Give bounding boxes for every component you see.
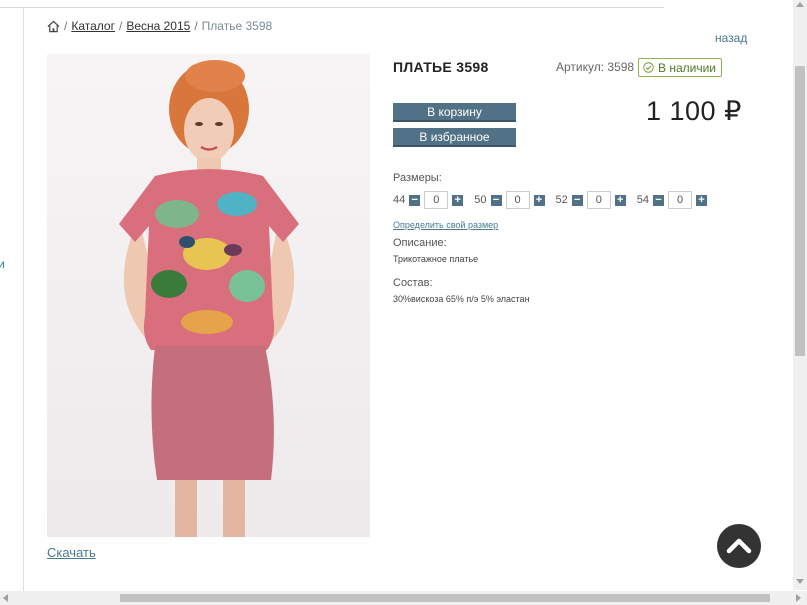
- size-54-group: 54 − 0 +: [637, 191, 707, 209]
- size-label: 54: [636, 194, 649, 206]
- scroll-down-arrow[interactable]: [796, 579, 804, 584]
- increase-button[interactable]: +: [614, 194, 626, 206]
- size-44-group: 44 − 0 +: [393, 191, 464, 209]
- composition-label: Состав:: [393, 277, 433, 289]
- add-to-favorites-button[interactable]: В избранное: [393, 128, 516, 147]
- vertical-scroll-thumb[interactable]: [795, 66, 805, 356]
- sizes-label: Размеры:: [393, 172, 442, 184]
- quantity-input[interactable]: 0: [586, 191, 611, 209]
- increase-button[interactable]: +: [533, 194, 545, 206]
- breadcrumb-separator: /: [118, 19, 123, 33]
- breadcrumb-current: Платье 3598: [201, 19, 273, 33]
- download-link[interactable]: Скачать: [47, 545, 96, 560]
- scroll-right-arrow[interactable]: [796, 594, 801, 602]
- breadcrumb-spring-link[interactable]: Весна 2015: [126, 19, 190, 33]
- decrease-button[interactable]: −: [571, 194, 583, 206]
- home-icon[interactable]: [47, 20, 60, 33]
- scroll-left-arrow[interactable]: [3, 594, 8, 602]
- breadcrumb-separator: /: [64, 19, 68, 33]
- breadcrumb-catalog-link[interactable]: Каталог: [71, 19, 115, 33]
- breadcrumb-separator: /: [194, 19, 198, 33]
- back-link[interactable]: назад: [715, 31, 747, 45]
- increase-button[interactable]: +: [696, 194, 707, 206]
- decrease-button[interactable]: −: [653, 194, 664, 206]
- scroll-up-arrow[interactable]: [796, 2, 804, 7]
- left-divider: [23, 8, 24, 600]
- description-text: Трикотажное платье: [393, 254, 479, 264]
- product-photo-illustration: [47, 54, 370, 537]
- decrease-button[interactable]: −: [409, 194, 421, 206]
- horizontal-scroll-thumb[interactable]: [120, 594, 770, 602]
- top-divider: [0, 7, 664, 8]
- decrease-button[interactable]: −: [490, 194, 502, 206]
- left-menu-fragment[interactable]: и: [0, 257, 5, 271]
- product-photo[interactable]: [47, 54, 370, 537]
- description-label: Описание:: [393, 237, 447, 249]
- check-circle-icon: [643, 62, 654, 73]
- quantity-input[interactable]: 0: [424, 191, 449, 209]
- composition-text: 30%вискоза 65% п/э 5% эластан: [393, 294, 530, 304]
- size-52-group: 52 − 0 +: [556, 191, 626, 209]
- product-title: ПЛАТЬЕ 3598: [393, 59, 489, 75]
- size-label: 50: [474, 194, 487, 206]
- size-label: 52: [555, 194, 568, 206]
- quantity-input[interactable]: 0: [668, 191, 692, 209]
- vertical-scrollbar[interactable]: [793, 0, 807, 590]
- horizontal-scrollbar[interactable]: [0, 591, 807, 605]
- size-quantity-row: 44 − 0 + 50 − 0 + 52 − 0 + 54 − 0 +: [393, 191, 718, 209]
- add-to-cart-button[interactable]: В корзину: [393, 103, 516, 122]
- product-sku: Артикул: 3598: [556, 60, 635, 74]
- size-label: 44: [393, 194, 406, 206]
- scroll-to-top-button[interactable]: [717, 524, 761, 568]
- size-50-group: 50 − 0 +: [474, 191, 545, 209]
- chevron-up-icon: [726, 538, 752, 554]
- breadcrumb: / Каталог / Весна 2015 / Платье 3598: [47, 19, 272, 33]
- product-price: 1 100 ₽: [646, 96, 742, 126]
- quantity-input[interactable]: 0: [505, 191, 530, 209]
- stock-label: В наличии: [658, 60, 717, 75]
- increase-button[interactable]: +: [452, 194, 464, 206]
- stock-badge: В наличии: [638, 58, 723, 77]
- find-size-link[interactable]: Определить свой размер: [393, 220, 498, 230]
